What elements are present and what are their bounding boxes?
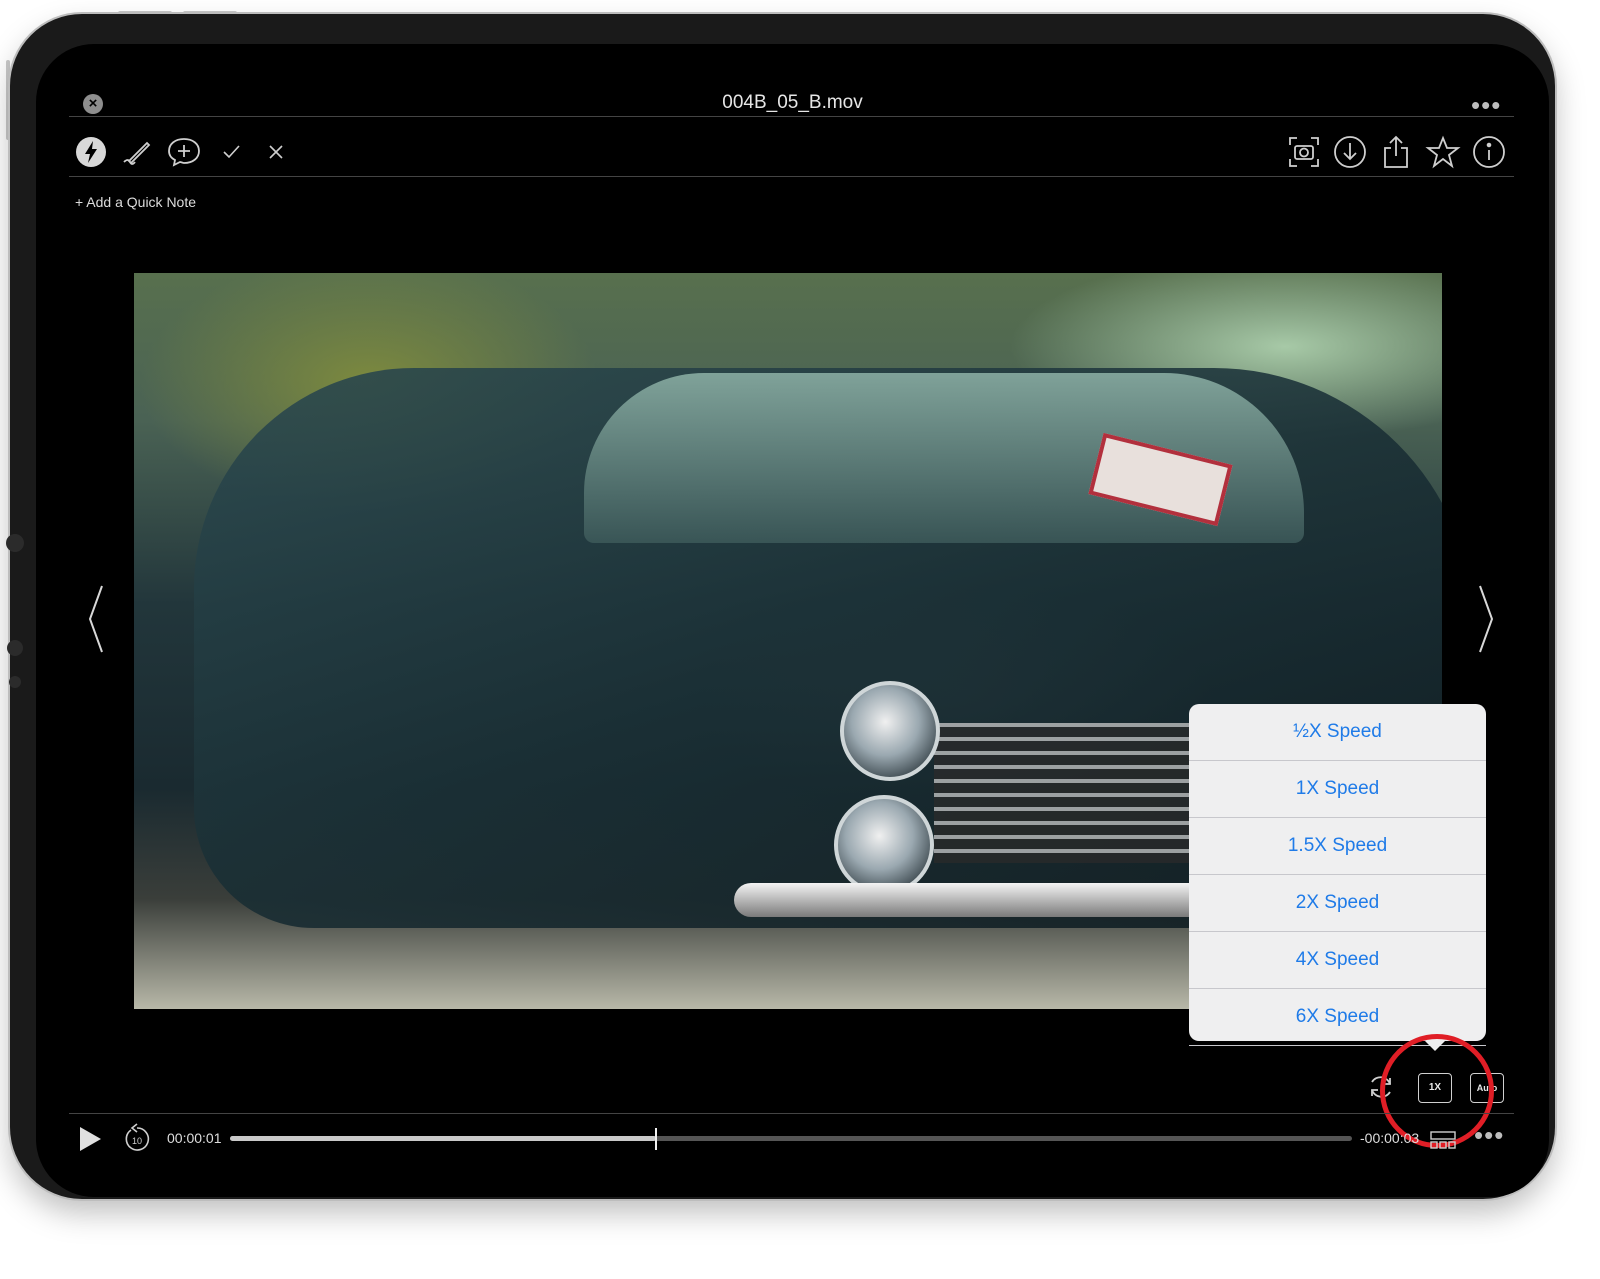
divider <box>69 176 1514 177</box>
speed-option-2x[interactable]: 2X Speed <box>1189 875 1486 932</box>
share-icon[interactable] <box>1378 134 1414 170</box>
speed-option-1x[interactable]: 1X Speed <box>1189 761 1486 818</box>
info-icon[interactable] <box>1471 134 1507 170</box>
grid-view-icon[interactable] <box>1429 1130 1457 1150</box>
next-arrow-icon[interactable] <box>1474 584 1498 654</box>
tablet-bezel: × 004B_05_B.mov ••• + Add a Quick Note ½… <box>6 14 1555 1199</box>
more-options-icon[interactable]: ••• <box>1474 1120 1504 1151</box>
divider <box>69 116 1514 117</box>
speed-option-4x[interactable]: 4X Speed <box>1189 932 1486 989</box>
scrubber-progress <box>230 1136 657 1141</box>
play-icon[interactable] <box>76 1124 104 1154</box>
rewind-10-icon[interactable]: 10 <box>122 1122 152 1154</box>
scrubber-track[interactable] <box>230 1128 1352 1150</box>
speed-option-half[interactable]: ½X Speed <box>1189 704 1486 761</box>
sensor-dot <box>9 676 21 688</box>
page-title: 004B_05_B.mov <box>722 92 863 113</box>
download-icon[interactable] <box>1332 134 1368 170</box>
add-quick-note-button[interactable]: + Add a Quick Note <box>75 194 196 210</box>
divider <box>69 1113 1514 1114</box>
pencil-icon[interactable] <box>120 134 156 170</box>
star-icon[interactable] <box>1425 134 1461 170</box>
remaining-time: -00:00:03 <box>1360 1130 1420 1146</box>
sensor-dot <box>7 640 23 656</box>
app-screen: × 004B_05_B.mov ••• + Add a Quick Note ½… <box>36 44 1549 1197</box>
x-icon[interactable] <box>258 134 294 170</box>
scrubber-playhead[interactable] <box>655 1128 658 1150</box>
svg-text:10: 10 <box>132 1136 142 1146</box>
lightning-icon[interactable] <box>73 134 109 170</box>
screenshot-icon[interactable] <box>1286 134 1322 170</box>
speed-menu: ½X Speed 1X Speed 1.5X Speed 2X Speed 4X… <box>1189 704 1486 1051</box>
speed-option-1-5x[interactable]: 1.5X Speed <box>1189 818 1486 875</box>
previous-arrow-icon[interactable] <box>84 584 108 654</box>
checkmark-icon[interactable] <box>213 134 249 170</box>
video-headlight <box>834 795 934 895</box>
video-headlight <box>840 681 940 781</box>
current-time: 00:00:01 <box>167 1130 222 1146</box>
comment-add-icon[interactable] <box>166 134 202 170</box>
sensor-dot <box>6 534 24 552</box>
